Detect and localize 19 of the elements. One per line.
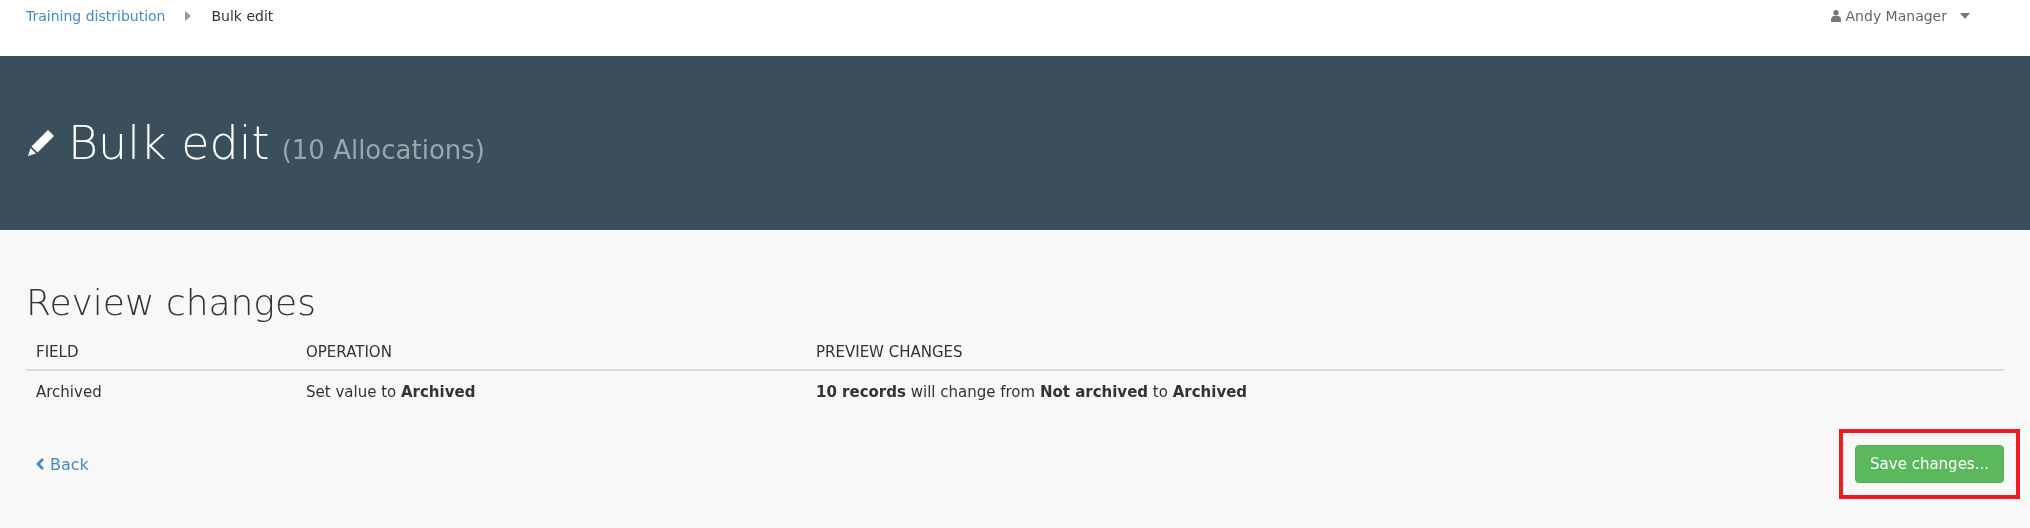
section-title: Review changes [26, 281, 317, 323]
table-cell: 10 records will change from Not archived to Archived [806, 370, 2004, 413]
caret-down-icon [1960, 13, 1970, 19]
page-title: Bulk edit [68, 116, 270, 170]
breadcrumb-current: Bulk edit [211, 8, 274, 24]
breadcrumb-link[interactable]: Training distribution [26, 8, 166, 24]
column-header: PREVIEW CHANGES [806, 335, 2004, 370]
column-header: OPERATION [296, 335, 806, 370]
column-header: FIELD [26, 335, 296, 370]
chevron-left-icon [36, 458, 44, 470]
user-menu[interactable]: Andy Manager [1830, 8, 1970, 24]
save-button[interactable]: Save changes... [1855, 445, 2004, 483]
table-cell: Set value to Archived [296, 370, 806, 413]
page-subtitle: (10 Allocations) [281, 135, 485, 165]
back-link[interactable]: Back [36, 454, 89, 474]
pencil-icon [26, 128, 56, 158]
chevron-right-icon [185, 11, 192, 21]
user-icon [1830, 10, 1841, 22]
table-cell: Archived [26, 370, 296, 413]
